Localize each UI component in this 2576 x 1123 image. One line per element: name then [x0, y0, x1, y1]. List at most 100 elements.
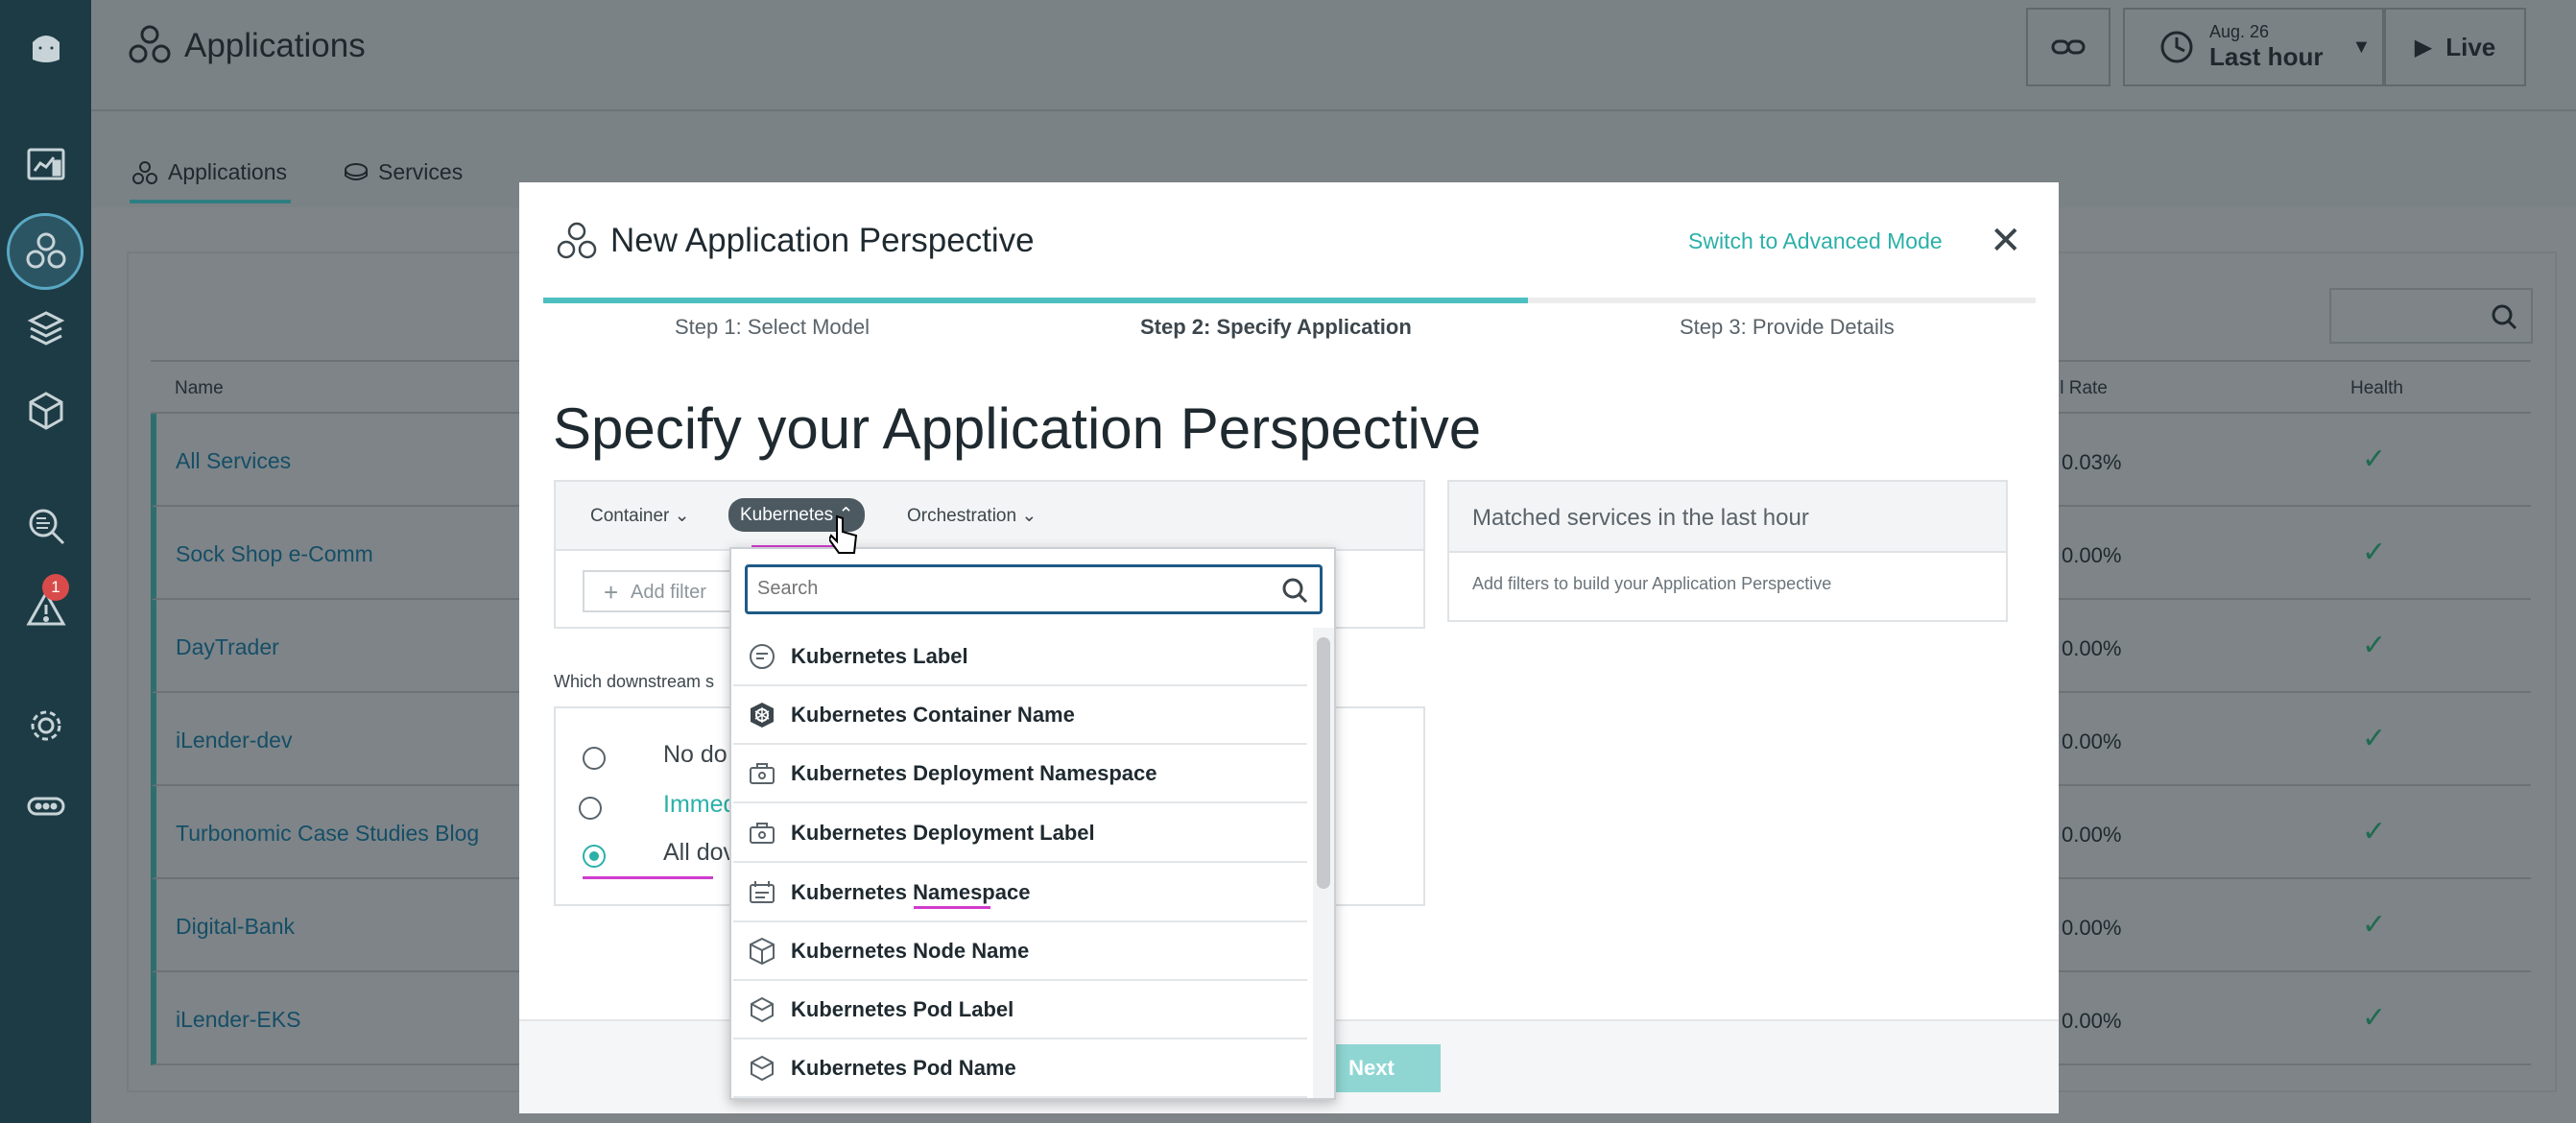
call-rate-value: 0.00% — [2062, 636, 2122, 660]
call-rate-value: 0.00% — [2062, 543, 2122, 567]
logo-icon[interactable] — [0, 10, 91, 86]
applications-title-icon — [127, 23, 173, 72]
applications-icon — [132, 160, 157, 184]
header-health: Health — [2350, 378, 2403, 398]
application-name-link[interactable]: All Services — [176, 448, 291, 474]
namespace-icon — [733, 879, 791, 906]
dropdown-search-input[interactable] — [748, 567, 1247, 609]
plus-icon: + — [604, 578, 619, 607]
step-1-label[interactable]: Step 1: Select Model — [675, 315, 870, 340]
step-progress-bar — [543, 298, 2036, 303]
dashboard-icon[interactable] — [0, 127, 91, 203]
settings-gear-icon[interactable] — [0, 687, 91, 764]
category-orchestration[interactable]: Orchestration ⌄ — [907, 505, 1037, 527]
tab-services[interactable]: Services — [344, 159, 463, 185]
tab-applications-label: Applications — [168, 159, 288, 184]
health-check-icon: ✓ — [2362, 723, 2387, 754]
share-link-button[interactable] — [2026, 8, 2111, 86]
deployment-icon — [733, 820, 791, 847]
filter-category-bar: Container ⌄ Kubernetes ⌃ Orchestration ⌄ — [556, 482, 1423, 551]
date-label: Aug. 26 — [2209, 22, 2270, 41]
more-icon[interactable] — [0, 768, 91, 845]
tab-services-label: Services — [378, 159, 464, 184]
radio-no-downstream-label: No do — [663, 741, 727, 768]
label-icon — [733, 642, 791, 671]
application-name-link[interactable]: DayTrader — [176, 634, 279, 660]
dropdown-search-box — [745, 564, 1323, 614]
matched-services-hint: Add filters to build your Application Pe… — [1472, 574, 1832, 593]
header-call-rate: ll Rate — [2056, 378, 2108, 398]
dropdown-item-label: Kubernetes Pod Label — [791, 996, 1014, 1021]
platforms-icon[interactable] — [0, 290, 91, 367]
radio-immediate-downstream-label: Immed — [663, 791, 737, 818]
category-container[interactable]: Container ⌄ — [590, 505, 690, 527]
analyze-icon[interactable] — [0, 488, 91, 564]
category-orchestration-label: Orchestration — [907, 506, 1017, 526]
dropdown-item[interactable]: Kubernetes Pod Name — [733, 1039, 1307, 1098]
dropdown-scrollbar-thumb[interactable] — [1317, 637, 1330, 889]
dropdown-item[interactable]: Kubernetes Deployment Label — [733, 804, 1307, 863]
health-check-icon: ✓ — [2362, 537, 2387, 568]
deployment-icon — [733, 760, 791, 787]
dropdown-item[interactable]: Kubernetes Deployment Namespace — [733, 745, 1307, 803]
health-check-icon: ✓ — [2362, 816, 2387, 848]
namespace-highlight-underline — [914, 906, 990, 909]
matched-services-title: Matched services in the last hour — [1449, 482, 2006, 553]
downstream-question: Which downstream s — [554, 672, 715, 691]
clock-icon — [2160, 31, 2193, 63]
dropdown-item[interactable]: Kubernetes Node Name — [733, 922, 1307, 981]
chevron-down-icon: ▼ — [2351, 36, 2372, 58]
dropdown-item[interactable]: Kubernetes Label — [733, 628, 1307, 686]
radio-immediate-downstream[interactable] — [579, 797, 602, 820]
application-name-link[interactable]: Sock Shop e-Comm — [176, 541, 373, 567]
next-button-label: Next — [1348, 1056, 1395, 1080]
application-name-link[interactable]: Turbonomic Case Studies Blog — [176, 821, 479, 847]
alert-count-badge: 1 — [42, 574, 69, 601]
pod-icon — [733, 995, 791, 1024]
close-icon[interactable]: ✕ — [1990, 219, 2022, 263]
dropdown-item[interactable]: Kubernetes Container Name — [733, 686, 1307, 745]
switch-advanced-mode-link[interactable]: Switch to Advanced Mode — [1688, 228, 1943, 254]
all-downstream-highlight-underline — [583, 876, 713, 879]
left-navigation-rail: 1 — [0, 0, 91, 1123]
health-check-icon: ✓ — [2362, 909, 2387, 941]
search-icon — [2492, 304, 2517, 330]
time-range-picker[interactable]: Aug. 26 Last hour ▼ — [2123, 8, 2384, 86]
health-check-icon: ✓ — [2362, 443, 2387, 475]
dropdown-item[interactable]: Kubernetes Namespace — [733, 864, 1307, 922]
health-check-icon: ✓ — [2362, 1002, 2387, 1034]
dropdown-item-label: Kubernetes Container Name — [791, 702, 1075, 727]
application-name-link[interactable]: Digital-Bank — [176, 914, 295, 940]
call-rate-value: 0.00% — [2062, 1009, 2122, 1033]
application-name-link[interactable]: iLender-dev — [176, 728, 292, 753]
dropdown-item-label: Kubernetes Namespace — [791, 879, 1031, 904]
applications-nav-icon[interactable] — [0, 213, 91, 290]
range-label: Last hour — [2209, 42, 2324, 71]
node-icon — [733, 937, 791, 966]
call-rate-value: 0.03% — [2062, 450, 2122, 474]
matched-services-panel: Matched services in the last hour Add fi… — [1447, 480, 2008, 622]
call-rate-value: 0.00% — [2062, 916, 2122, 940]
tab-applications[interactable]: Applications — [131, 159, 287, 185]
dropdown-item-label: Kubernetes Deployment Label — [791, 820, 1095, 845]
live-button[interactable]: ▶ Live — [2384, 8, 2526, 86]
table-search-input[interactable] — [2329, 288, 2533, 344]
step-2-label[interactable]: Step 2: Specify Application — [1140, 315, 1412, 340]
dialog-title: New Application Perspective — [610, 222, 1035, 259]
add-filter-label: Add filter — [631, 582, 706, 603]
dropdown-item[interactable]: Kubernetes Pod Label — [733, 981, 1307, 1039]
header-name: Name — [175, 378, 224, 398]
dropdown-item-label: Kubernetes Pod Name — [791, 1055, 1016, 1080]
infrastructure-icon[interactable] — [0, 372, 91, 449]
page-title: Applications — [184, 27, 366, 64]
play-icon: ▶ — [2414, 34, 2433, 60]
step-3-label[interactable]: Step 3: Provide Details — [1680, 315, 1895, 340]
perspective-icon — [556, 221, 598, 266]
dropdown-item-label: Kubernetes Node Name — [791, 938, 1030, 963]
pod-icon — [733, 1054, 791, 1083]
dropdown-item-label: Kubernetes Deployment Namespace — [791, 760, 1157, 785]
radio-all-downstream[interactable] — [583, 845, 606, 868]
radio-no-downstream[interactable] — [583, 747, 606, 770]
application-name-link[interactable]: iLender-EKS — [176, 1007, 300, 1033]
add-filter-button[interactable]: + Add filter — [583, 570, 736, 612]
